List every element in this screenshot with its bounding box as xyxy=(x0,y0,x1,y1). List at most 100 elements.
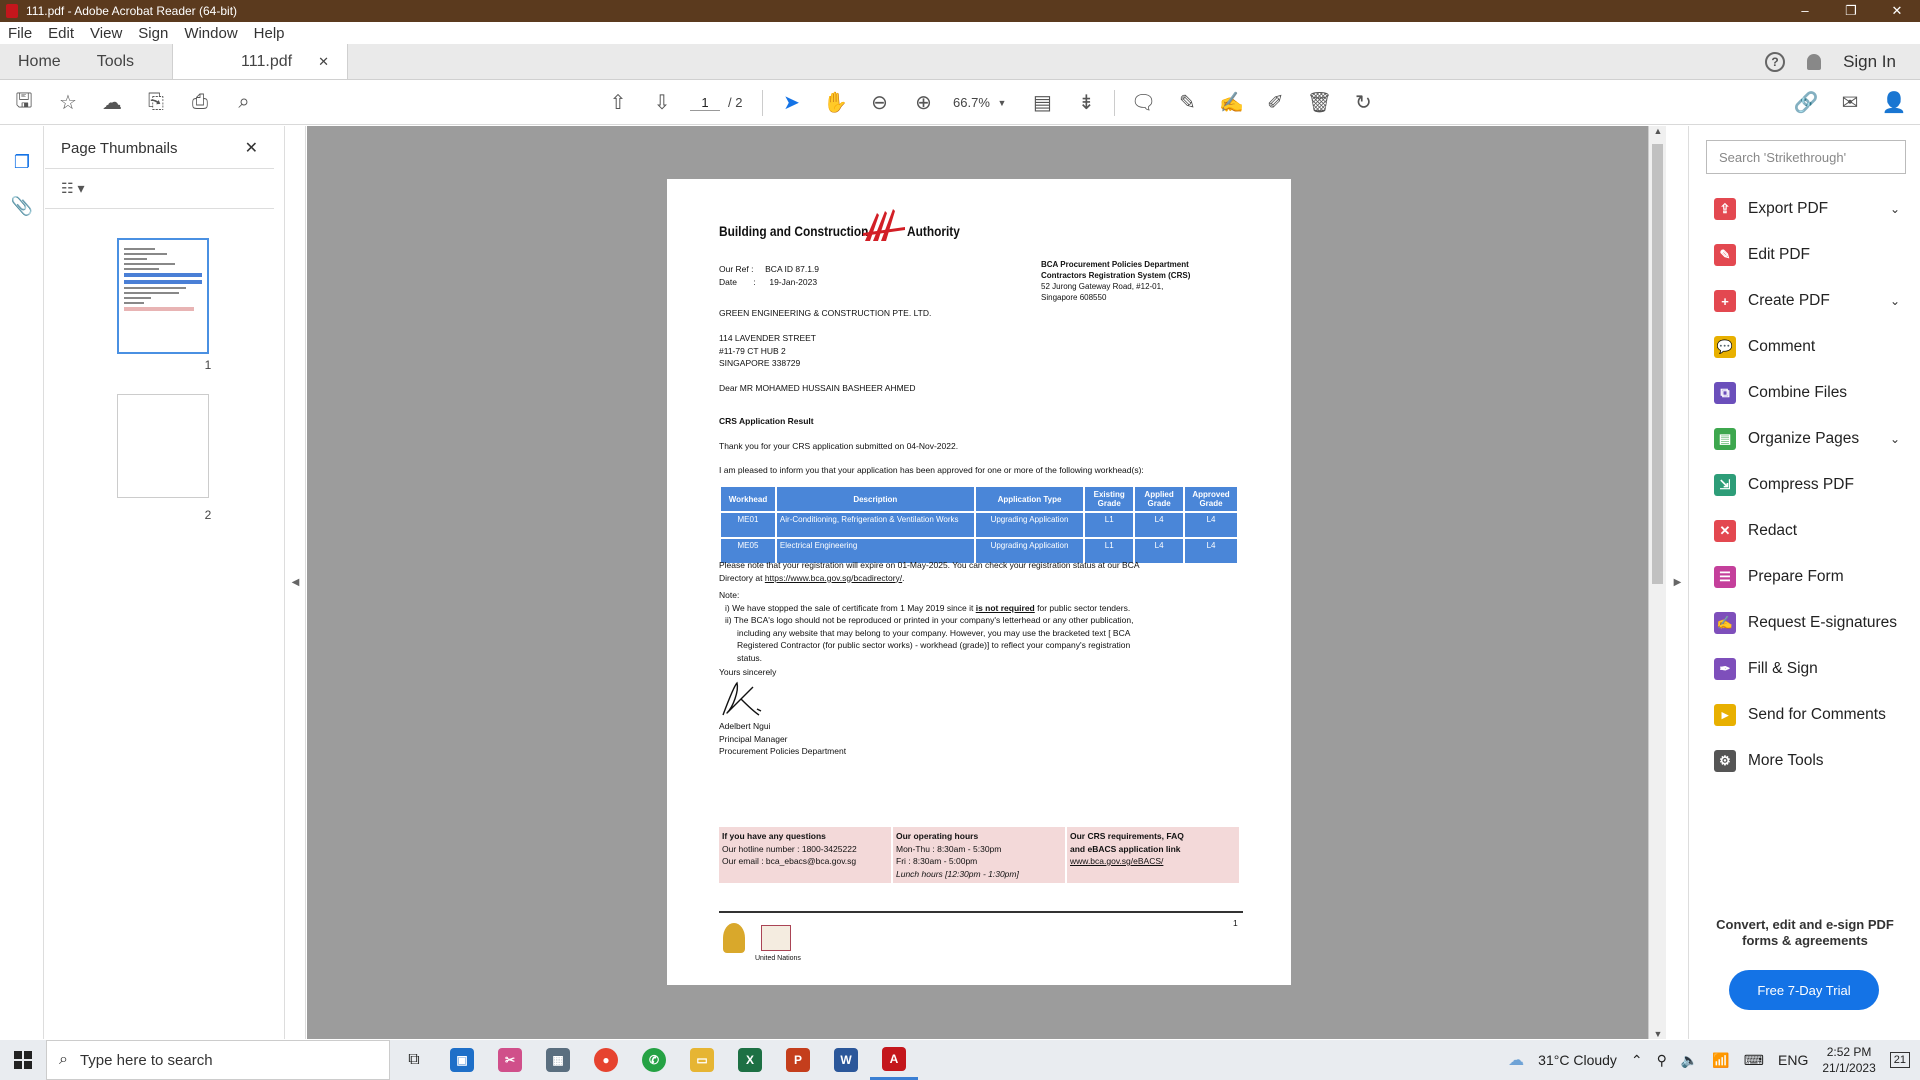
tool-comment[interactable]: 💬 Comment xyxy=(1690,324,1920,370)
menu-help[interactable]: Help xyxy=(246,25,293,42)
document-vertical-scrollbar[interactable]: ▲ ▼ xyxy=(1648,126,1666,1039)
tool-export-pdf[interactable]: ⇪ Export PDF ⌄ xyxy=(1690,186,1920,232)
tool-prepare-form[interactable]: ☰ Prepare Form xyxy=(1690,554,1920,600)
bookmark-star-icon[interactable]: ☆ xyxy=(46,81,90,125)
menu-edit[interactable]: Edit xyxy=(40,25,82,42)
link-icon[interactable]: 🔗 xyxy=(1784,81,1828,125)
taskbar-search-box[interactable]: ⌕ Type here to search xyxy=(46,1040,390,1080)
zoom-level-field[interactable]: 66.7% xyxy=(945,95,997,110)
page-thumbnail-2[interactable] xyxy=(117,394,209,498)
print-icon[interactable]: ⎙ xyxy=(178,81,222,125)
table-cell: L4 xyxy=(1133,537,1186,565)
thumbnail-options-icon[interactable]: ☷ ▾ xyxy=(61,180,84,197)
tool-fill-sign[interactable]: ✒ Fill & Sign xyxy=(1690,646,1920,692)
task-view-icon[interactable]: ⧉ xyxy=(390,1040,438,1080)
collapse-right-panel-handle[interactable]: ▶ xyxy=(1667,126,1689,1039)
comment-icon[interactable]: 🗨 xyxy=(1121,81,1165,125)
chrome-icon[interactable]: ● xyxy=(582,1040,630,1080)
calculator-icon[interactable]: ▦ xyxy=(534,1040,582,1080)
email-icon[interactable]: ✉ xyxy=(1828,81,1872,125)
previous-page-icon[interactable]: ⇧ xyxy=(596,81,640,125)
edit-text-icon[interactable]: ✐ xyxy=(1253,81,1297,125)
tool-edit-pdf[interactable]: ✎ Edit PDF xyxy=(1690,232,1920,278)
scroll-mode-icon[interactable]: ⇟ xyxy=(1064,81,1108,125)
rotate-icon[interactable]: ↻ xyxy=(1341,81,1385,125)
keyboard-icon[interactable]: ⌨ xyxy=(1744,1052,1764,1069)
delete-icon[interactable]: 🗑 xyxy=(1297,81,1341,125)
save-icon[interactable]: 🖫 xyxy=(2,81,46,125)
tools-search-input[interactable]: Search 'Strikethrough' xyxy=(1706,140,1906,174)
minimize-button[interactable]: – xyxy=(1782,3,1828,19)
document-view[interactable]: Building and Construction Authority Our … xyxy=(307,126,1648,1039)
share-file-icon[interactable]: ⎘ xyxy=(134,81,178,125)
menu-view[interactable]: View xyxy=(82,25,130,42)
select-cursor-icon[interactable]: ➤ xyxy=(769,81,813,125)
chevron-down-icon[interactable]: ⌄ xyxy=(1890,294,1900,308)
attachments-icon[interactable]: 📎 xyxy=(0,184,44,228)
tool-compress-pdf[interactable]: ⇲ Compress PDF xyxy=(1690,462,1920,508)
ebacs-link[interactable]: www.bca.gov.sg/eBACS/ xyxy=(1070,856,1163,866)
clock[interactable]: 2:52 PM 21/1/2023 xyxy=(1822,1044,1875,1076)
weather-cloud-icon[interactable]: ☁ xyxy=(1508,1050,1524,1070)
menu-window[interactable]: Window xyxy=(176,25,245,42)
sign-in-button[interactable]: Sign In xyxy=(1843,52,1896,72)
tool-more-tools[interactable]: ⚙ More Tools xyxy=(1690,738,1920,784)
tool-combine-files[interactable]: ⧉ Combine Files xyxy=(1690,370,1920,416)
free-trial-button[interactable]: Free 7-Day Trial xyxy=(1729,970,1879,1010)
scroll-up-icon[interactable]: ▲ xyxy=(1649,126,1667,136)
language-indicator[interactable]: ENG xyxy=(1778,1052,1808,1068)
upload-cloud-icon[interactable]: ☁ xyxy=(90,81,134,125)
tab-tools[interactable]: Tools xyxy=(79,44,152,79)
snipping-tool-icon[interactable]: ✂ xyxy=(486,1040,534,1080)
tab-home[interactable]: Home xyxy=(0,44,79,79)
restore-button[interactable]: ❐ xyxy=(1828,3,1874,19)
page-thumbnails-icon[interactable]: ❐ xyxy=(0,140,44,184)
zoom-in-icon[interactable]: ⊕ xyxy=(901,81,945,125)
collapse-left-panel-handle[interactable]: ◀ xyxy=(286,126,306,1039)
start-button[interactable] xyxy=(0,1040,46,1080)
hand-tool-icon[interactable]: ✋ xyxy=(813,81,857,125)
file-explorer-icon[interactable]: ▭ xyxy=(678,1040,726,1080)
bca-directory-link[interactable]: https://www.bca.gov.sg/bcadirectory/ xyxy=(765,573,902,583)
page-display-icon[interactable]: ▤ xyxy=(1020,81,1064,125)
close-tab-icon[interactable]: ✕ xyxy=(318,54,329,70)
menu-sign[interactable]: Sign xyxy=(130,25,176,42)
chevron-down-icon[interactable]: ⌄ xyxy=(1890,432,1900,446)
zoom-dropdown-icon[interactable]: ▼ xyxy=(997,98,1006,108)
meet-now-icon[interactable]: ⚲ xyxy=(1657,1052,1667,1069)
excel-icon[interactable]: X xyxy=(726,1040,774,1080)
notification-center-icon[interactable]: 21 xyxy=(1889,1052,1910,1068)
company-name: GREEN ENGINEERING & CONSTRUCTION PTE. LT… xyxy=(719,308,932,318)
weather-text[interactable]: 31°C Cloudy xyxy=(1538,1052,1617,1068)
sign-pen-icon[interactable]: ✍ xyxy=(1209,81,1253,125)
scroll-down-icon[interactable]: ▼ xyxy=(1649,1029,1667,1039)
network-icon[interactable]: 📶 xyxy=(1712,1052,1729,1069)
chevron-down-icon[interactable]: ⌄ xyxy=(1890,202,1900,216)
zoom-out-icon[interactable]: ⊖ xyxy=(857,81,901,125)
tab-document[interactable]: 111.pdf ✕ xyxy=(172,44,349,79)
tool-send-for-comments[interactable]: ▸ Send for Comments xyxy=(1690,692,1920,738)
next-page-icon[interactable]: ⇩ xyxy=(640,81,684,125)
tool-create-pdf[interactable]: + Create PDF ⌄ xyxy=(1690,278,1920,324)
scroll-thumb[interactable] xyxy=(1652,144,1663,584)
store-app-icon[interactable]: ▣ xyxy=(438,1040,486,1080)
help-icon[interactable]: ? xyxy=(1765,51,1786,72)
whatsapp-icon[interactable]: ✆ xyxy=(630,1040,678,1080)
share-user-icon[interactable]: 👤 xyxy=(1872,81,1916,125)
notification-bell-icon[interactable] xyxy=(1807,53,1822,70)
close-panel-icon[interactable]: ✕ xyxy=(245,138,258,158)
powerpoint-icon[interactable]: P xyxy=(774,1040,822,1080)
menu-file[interactable]: File xyxy=(0,25,40,42)
volume-icon[interactable]: 🔈 xyxy=(1681,1052,1698,1069)
word-icon[interactable]: W xyxy=(822,1040,870,1080)
page-number-input[interactable]: 1 xyxy=(690,95,720,111)
show-hidden-icons-icon[interactable]: ⌃ xyxy=(1631,1052,1643,1069)
tool-organize-pages[interactable]: ▤ Organize Pages ⌄ xyxy=(1690,416,1920,462)
acrobat-taskbar-icon[interactable]: A xyxy=(870,1040,918,1080)
tool-redact[interactable]: ✕ Redact xyxy=(1690,508,1920,554)
tool-request-e-signatures[interactable]: ✍ Request E-signatures xyxy=(1690,600,1920,646)
highlight-pen-icon[interactable]: ✎ xyxy=(1165,81,1209,125)
page-thumbnail-1[interactable] xyxy=(117,238,209,354)
find-icon[interactable]: ⌕ xyxy=(222,81,266,125)
close-window-button[interactable]: ✕ xyxy=(1874,3,1920,19)
